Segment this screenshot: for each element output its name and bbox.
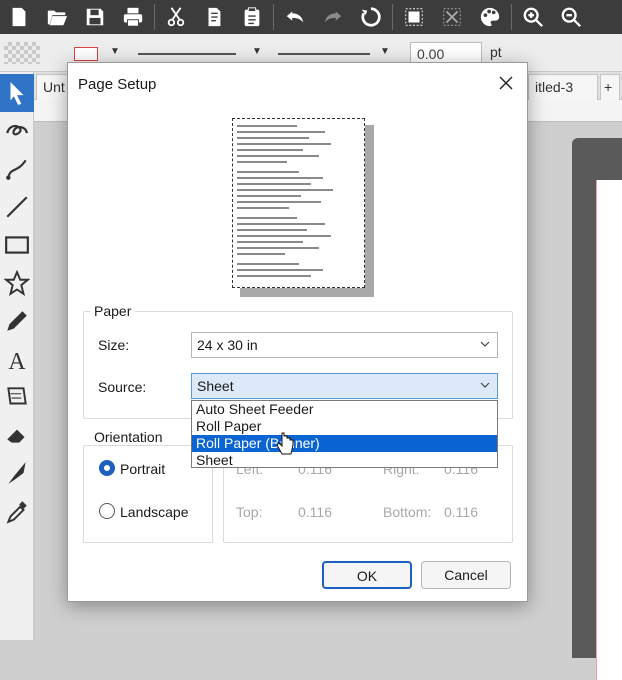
page-preview bbox=[232, 118, 365, 288]
orientation-group-label: Orientation bbox=[90, 429, 167, 445]
source-dropdown-list: Auto Sheet Feeder Roll Paper Roll Paper … bbox=[191, 400, 498, 468]
top-margin-label: Top: bbox=[236, 504, 263, 520]
refresh-icon[interactable] bbox=[352, 0, 390, 34]
eraser-tool[interactable] bbox=[0, 416, 34, 454]
page-setup-dialog: Page Setup Paper Size: 24 x 30 in Source… bbox=[67, 62, 528, 602]
cut-icon[interactable] bbox=[157, 0, 195, 34]
zoom-out-icon[interactable] bbox=[552, 0, 590, 34]
save-icon[interactable] bbox=[76, 0, 114, 34]
eyedropper-tool[interactable] bbox=[0, 492, 34, 530]
toolbar-separator bbox=[511, 4, 512, 30]
bottom-margin-value: 0.116 bbox=[444, 504, 478, 520]
portrait-label[interactable]: Portrait bbox=[120, 461, 165, 477]
new-icon[interactable] bbox=[0, 0, 38, 34]
add-tab-button[interactable]: + bbox=[600, 74, 620, 100]
source-value: Sheet bbox=[197, 378, 234, 394]
rectangle-tool[interactable] bbox=[0, 226, 34, 264]
chevron-down-icon[interactable]: ▼ bbox=[252, 46, 262, 57]
text-tool[interactable]: A bbox=[0, 340, 34, 378]
undo-icon[interactable] bbox=[276, 0, 314, 34]
source-dropdown[interactable]: Sheet bbox=[191, 373, 498, 399]
freehand-tool[interactable] bbox=[0, 112, 34, 150]
top-margin-value: 0.116 bbox=[298, 504, 332, 520]
print-icon[interactable] bbox=[114, 0, 152, 34]
chevron-down-icon bbox=[480, 382, 490, 388]
source-option-sheet[interactable]: Sheet bbox=[192, 452, 497, 469]
size-dropdown[interactable]: 24 x 30 in bbox=[191, 332, 498, 358]
star-tool[interactable] bbox=[0, 264, 34, 302]
landscape-radio[interactable] bbox=[99, 503, 115, 519]
pencil-tool[interactable] bbox=[0, 302, 34, 340]
chevron-down-icon bbox=[480, 341, 490, 347]
bezier-tool[interactable] bbox=[0, 150, 34, 188]
paste-icon[interactable] bbox=[233, 0, 271, 34]
pointer-tool[interactable] bbox=[0, 74, 34, 112]
line-width-field[interactable]: 0.00 bbox=[410, 42, 482, 64]
line-tool[interactable] bbox=[0, 188, 34, 226]
envelope-tool[interactable] bbox=[0, 378, 34, 416]
toolbar-separator bbox=[154, 4, 155, 30]
zoom-in-icon[interactable] bbox=[514, 0, 552, 34]
canvas-page[interactable] bbox=[572, 138, 622, 680]
source-label: Source: bbox=[98, 379, 147, 395]
landscape-label[interactable]: Landscape bbox=[120, 504, 189, 520]
group-icon[interactable] bbox=[395, 0, 433, 34]
ok-button[interactable]: OK bbox=[322, 561, 412, 589]
cancel-button[interactable]: Cancel bbox=[421, 561, 511, 589]
ungroup-icon[interactable] bbox=[433, 0, 471, 34]
source-option-auto-sheet-feeder[interactable]: Auto Sheet Feeder bbox=[192, 401, 497, 418]
toolbar-separator bbox=[392, 4, 393, 30]
size-value: 24 x 30 in bbox=[197, 337, 258, 353]
palette-icon[interactable] bbox=[471, 0, 509, 34]
bottom-margin-label: Bottom: bbox=[383, 504, 432, 520]
paper-group-label: Paper bbox=[90, 303, 136, 319]
close-icon[interactable] bbox=[492, 71, 520, 95]
knife-tool[interactable] bbox=[0, 454, 34, 492]
redo-icon[interactable] bbox=[314, 0, 352, 34]
fill-swatch[interactable] bbox=[4, 42, 40, 64]
outline-swatch[interactable] bbox=[74, 47, 98, 61]
dialog-title: Page Setup bbox=[78, 76, 157, 93]
chevron-down-icon[interactable]: ▼ bbox=[380, 46, 390, 57]
chevron-down-icon[interactable]: ▼ bbox=[110, 46, 120, 57]
tool-column: A bbox=[0, 72, 34, 640]
unit-label: pt bbox=[490, 44, 502, 60]
source-option-roll-paper-banner[interactable]: Roll Paper (Banner) bbox=[192, 435, 497, 452]
open-icon[interactable] bbox=[38, 0, 76, 34]
size-label: Size: bbox=[98, 337, 130, 353]
tab-untitled-3[interactable]: itled-3 bbox=[528, 74, 598, 100]
mouse-cursor-icon bbox=[276, 432, 294, 455]
line-style-sample[interactable] bbox=[138, 53, 236, 55]
svg-text:A: A bbox=[8, 349, 26, 372]
portrait-radio[interactable] bbox=[99, 460, 115, 476]
toolbar-separator bbox=[273, 4, 274, 30]
copy-icon[interactable] bbox=[195, 0, 233, 34]
line-end-sample[interactable] bbox=[278, 53, 370, 55]
source-option-roll-paper[interactable]: Roll Paper bbox=[192, 418, 497, 435]
main-toolbar bbox=[0, 0, 622, 34]
